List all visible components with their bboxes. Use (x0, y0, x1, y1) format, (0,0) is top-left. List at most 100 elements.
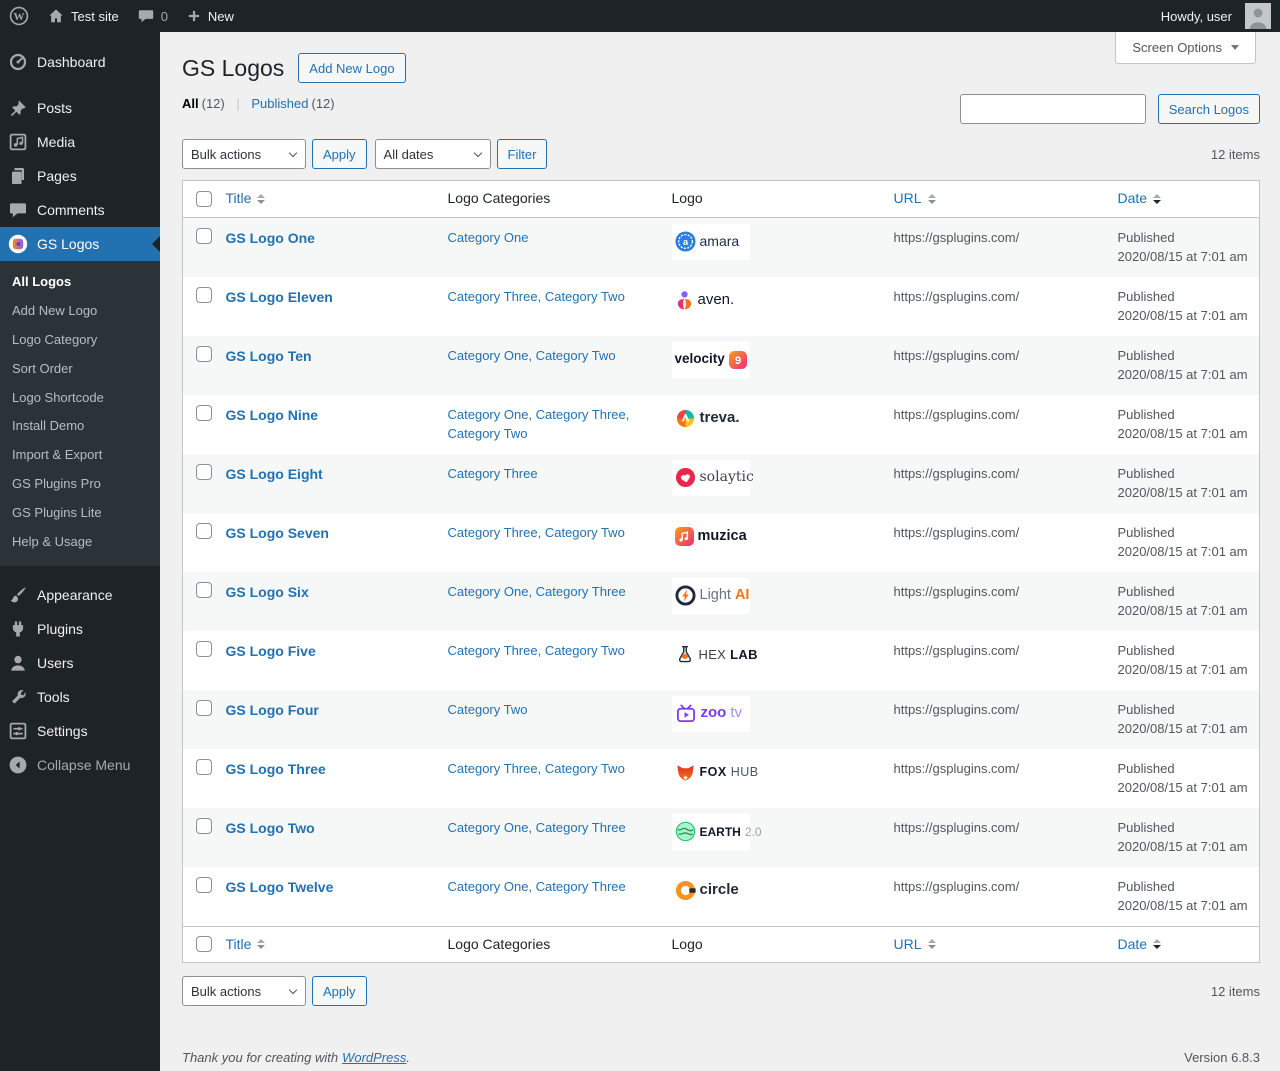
site-name-menu[interactable]: Test site (38, 0, 128, 32)
row-checkbox[interactable] (196, 287, 212, 303)
menu-item-gs-logos[interactable]: GS Logos (0, 227, 160, 261)
bulk-actions-select[interactable]: Bulk actions (182, 139, 306, 169)
row-checkbox[interactable] (196, 641, 212, 657)
category-link[interactable]: Category Two (545, 643, 625, 658)
svg-text:9: 9 (735, 355, 741, 367)
submenu-item-help-usage[interactable]: Help & Usage (0, 528, 160, 557)
category-link[interactable]: Category One (448, 348, 529, 363)
row-checkbox[interactable] (196, 228, 212, 244)
menu-item-dashboard[interactable]: Dashboard (0, 45, 160, 79)
logo-title-link[interactable]: GS Logo Ten (226, 348, 312, 364)
menu-item-users[interactable]: Users (0, 646, 160, 680)
menu-item-plugins[interactable]: Plugins (0, 612, 160, 646)
admin-bar: W Test site 0 New Howdy, user (0, 0, 1280, 32)
comments-count: 0 (161, 9, 168, 24)
category-link[interactable]: Category Three (536, 584, 626, 599)
dates-filter-select[interactable]: All dates (375, 139, 491, 169)
search-logos-button[interactable]: Search Logos (1158, 94, 1260, 124)
menu-item-appearance[interactable]: Appearance (0, 578, 160, 612)
submenu-item-logo-category[interactable]: Logo Category (0, 326, 160, 355)
filter-published-link[interactable]: Published(12) (251, 96, 334, 111)
menu-item-label: GS Logos (37, 234, 99, 254)
apply-button-bottom[interactable]: Apply (312, 976, 367, 1006)
submenu-item-add-new-logo[interactable]: Add New Logo (0, 297, 160, 326)
submenu-item-sort-order[interactable]: Sort Order (0, 355, 160, 384)
menu-item-label: Dashboard (37, 52, 106, 72)
category-link[interactable]: Category One (448, 584, 529, 599)
menu-item-collapse-menu[interactable]: Collapse Menu (0, 748, 160, 782)
filter-all-link[interactable]: All(12) (182, 96, 225, 111)
menu-item-label: Appearance (37, 585, 113, 605)
row-checkbox[interactable] (196, 582, 212, 598)
submenu-item-gs-plugins-lite[interactable]: GS Plugins Lite (0, 499, 160, 528)
category-link[interactable]: Category Three (536, 879, 626, 894)
logo-status: Published (1118, 643, 1175, 658)
logo-title-link[interactable]: GS Logo Five (226, 643, 316, 659)
sort-by-date-footer[interactable]: Date (1118, 935, 1162, 955)
category-link[interactable]: Category Three (536, 820, 626, 835)
logo-title-link[interactable]: GS Logo Nine (226, 407, 319, 423)
category-link[interactable]: Category Three (448, 525, 538, 540)
wp-logo-menu[interactable]: W (0, 0, 38, 32)
menu-item-comments[interactable]: Comments (0, 193, 160, 227)
row-checkbox[interactable] (196, 405, 212, 421)
logo-title-link[interactable]: GS Logo Seven (226, 525, 329, 541)
sort-by-url-footer[interactable]: URL (894, 935, 936, 955)
category-link[interactable]: Category One (448, 407, 529, 422)
category-link[interactable]: Category Three (448, 643, 538, 658)
row-checkbox[interactable] (196, 877, 212, 893)
submenu-item-gs-plugins-pro[interactable]: GS Plugins Pro (0, 470, 160, 499)
comments-menu[interactable]: 0 (128, 0, 177, 32)
category-link[interactable]: Category Two (545, 525, 625, 540)
sort-by-title[interactable]: Title (226, 189, 266, 209)
category-link[interactable]: Category One (448, 230, 529, 245)
logo-title-link[interactable]: GS Logo Two (226, 820, 315, 836)
category-link[interactable]: Category Two (545, 289, 625, 304)
category-link[interactable]: Category Two (536, 348, 616, 363)
menu-item-tools[interactable]: Tools (0, 680, 160, 714)
menu-item-posts[interactable]: Posts (0, 91, 160, 125)
row-checkbox[interactable] (196, 523, 212, 539)
category-link[interactable]: Category Two (545, 761, 625, 776)
row-checkbox[interactable] (196, 700, 212, 716)
wordpress-link[interactable]: WordPress (342, 1050, 406, 1065)
submenu-item-all-logos[interactable]: All Logos (0, 268, 160, 297)
filter-button[interactable]: Filter (497, 139, 548, 169)
category-link[interactable]: Category Three (448, 761, 538, 776)
category-link[interactable]: Category One (448, 879, 529, 894)
menu-item-media[interactable]: Media (0, 125, 160, 159)
select-all-checkbox[interactable] (196, 191, 212, 207)
category-link[interactable]: Category Two (448, 426, 528, 441)
submenu-item-install-demo[interactable]: Install Demo (0, 412, 160, 441)
sort-by-date[interactable]: Date (1118, 189, 1162, 209)
logo-title-link[interactable]: GS Logo Four (226, 702, 319, 718)
logo-title-link[interactable]: GS Logo Three (226, 761, 326, 777)
sort-by-url[interactable]: URL (894, 189, 936, 209)
submenu-item-import-export[interactable]: Import & Export (0, 441, 160, 470)
logo-title-link[interactable]: GS Logo One (226, 230, 315, 246)
row-checkbox[interactable] (196, 818, 212, 834)
account-menu[interactable]: Howdy, user (1152, 0, 1280, 32)
search-input[interactable] (960, 94, 1146, 124)
submenu-item-logo-shortcode[interactable]: Logo Shortcode (0, 384, 160, 413)
logo-title-link[interactable]: GS Logo Eleven (226, 289, 333, 305)
select-all-checkbox-footer[interactable] (196, 936, 212, 952)
row-checkbox[interactable] (196, 759, 212, 775)
category-link[interactable]: Category Two (448, 702, 528, 717)
add-new-logo-button[interactable]: Add New Logo (298, 53, 405, 83)
new-content-menu[interactable]: New (177, 0, 243, 32)
logo-title-link[interactable]: GS Logo Six (226, 584, 309, 600)
row-checkbox[interactable] (196, 346, 212, 362)
menu-item-settings[interactable]: Settings (0, 714, 160, 748)
menu-item-pages[interactable]: Pages (0, 159, 160, 193)
sort-by-title-footer[interactable]: Title (226, 935, 266, 955)
category-link[interactable]: Category Three (448, 466, 538, 481)
category-link[interactable]: Category Three (536, 407, 626, 422)
row-checkbox[interactable] (196, 464, 212, 480)
bulk-actions-select-bottom[interactable]: Bulk actions (182, 976, 306, 1006)
logo-title-link[interactable]: GS Logo Twelve (226, 879, 334, 895)
category-link[interactable]: Category One (448, 820, 529, 835)
apply-button[interactable]: Apply (312, 139, 367, 169)
logo-title-link[interactable]: GS Logo Eight (226, 466, 323, 482)
category-link[interactable]: Category Three (448, 289, 538, 304)
